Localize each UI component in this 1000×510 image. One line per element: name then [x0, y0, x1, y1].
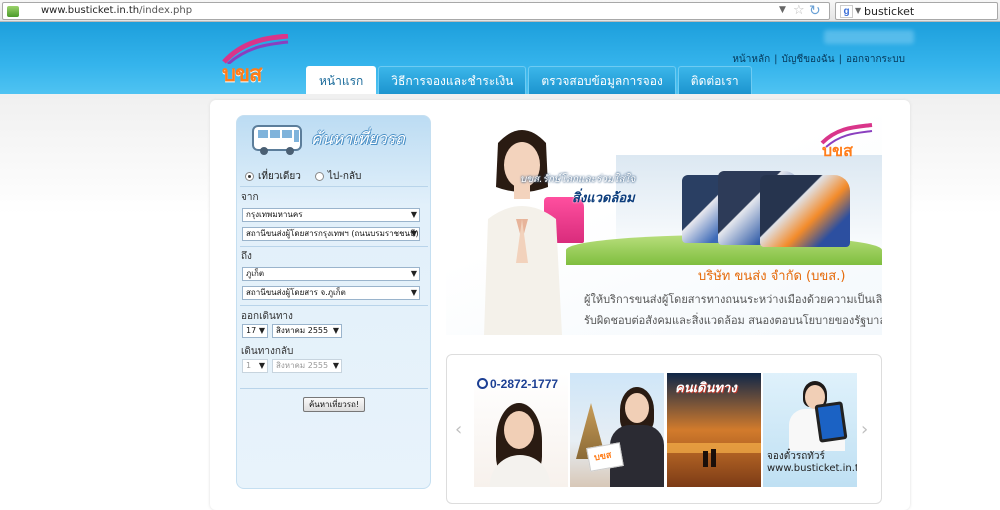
callcenter-phone: 0-2872-1777 [477, 377, 558, 391]
history-dropdown-icon[interactable]: ▼ [779, 5, 786, 15]
tab-contact[interactable]: ติดต่อเรา [677, 66, 752, 94]
to-station-select[interactable]: สถานีขนส่งผู้โดยสาร จ.ภูเก็ต ▼ [242, 286, 420, 300]
banner-slogan-line1: บขส.รักษ์โลกและร่วมใส่ใจ [520, 174, 636, 185]
divider [240, 186, 428, 187]
search-panel: ค้นหาเที่ยวรถ เที่ยวเดียว ไป-กลับ จาก กร… [236, 115, 431, 489]
chevron-down-icon: ▼ [410, 210, 417, 219]
company-desc-line1: ผู้ให้บริการขนส่งผู้โดยสารทางถนนระหว่างเ… [584, 293, 882, 306]
hero-banner[interactable]: บขส บขส.รักษ์โลกและร่วมใส่ใจ สิ่งแวดล้อม… [446, 115, 882, 335]
tab-check-booking[interactable]: ตรวจสอบข้อมูลการจอง [528, 66, 676, 94]
hostess-image [484, 130, 562, 335]
phone-icon [477, 378, 488, 389]
site-header: บขส หน้าหลัก | บัญชีของฉัน | ออกจากระบบ หน้า… [0, 22, 1000, 94]
search-trips-button[interactable]: ค้นหาเที่ยวรถ! [303, 397, 365, 412]
hostess-face [625, 393, 649, 423]
from-province-select[interactable]: กรุงเทพมหานคร ▼ [242, 208, 420, 222]
site-logo[interactable]: บขส [218, 33, 290, 87]
depart-day-select[interactable]: 17 ▼ [242, 324, 268, 338]
logo-text: บขส [222, 62, 262, 87]
silhouette [711, 449, 716, 467]
promo-card-callcenter[interactable]: 0-2872-1777 [474, 373, 568, 487]
depart-label: ออกเดินทาง [241, 311, 293, 322]
search-engine-icon[interactable]: g [840, 5, 853, 18]
top-link-home[interactable]: หน้าหลัก [732, 54, 770, 65]
depart-month-value: สิงหาคม 2555 [276, 326, 329, 335]
silhouette [703, 451, 708, 467]
bookmark-star-icon[interactable]: ☆ [793, 4, 805, 18]
search-text: busticket [864, 5, 915, 18]
round-trip-radio[interactable] [314, 172, 324, 181]
tablet-icon [814, 401, 848, 443]
divider [240, 246, 428, 247]
promo-card-magazine[interactable]: คนเดินทาง [667, 373, 761, 487]
company-desc-line2: รับผิดชอบต่อสังคมและสิ่งแวดล้อม สนองตอบน… [584, 314, 882, 327]
banner-slogan-line2: สิ่งแวดล้อม [572, 191, 635, 206]
promo-carousel: ‹ › 0-2872-1777 บขส คนเดินทาง จองตั๋วรถท… [446, 354, 882, 504]
one-way-radio[interactable] [245, 172, 254, 181]
depart-day-value: 17 [246, 326, 257, 335]
search-panel-header: ค้นหาเที่ยวรถ [237, 116, 430, 164]
from-label: จาก [241, 192, 259, 203]
trip-type-group: เที่ยวเดียว ไป-กลับ [245, 169, 361, 184]
company-name: บริษัท ขนส่ง จำกัด (บขส.) [698, 269, 846, 284]
one-way-label: เที่ยวเดียว [258, 171, 301, 182]
phone-number: 0-2872-1777 [490, 377, 559, 391]
ticket-card-logo: บขส [593, 450, 613, 464]
from-station-value: สถานีขนส่งผู้โดยสารกรุงเทพฯ (ถนนบรมราชชน… [246, 229, 419, 238]
online-booking-caption: จองตั๋วรถทัวร์ [767, 451, 825, 462]
carousel-next-icon[interactable]: › [861, 419, 868, 440]
top-link-logout[interactable]: ออกจากระบบ [846, 54, 905, 65]
tab-how-to-book[interactable]: วิธีการจองและชำระเงิน [378, 66, 527, 94]
chevron-down-icon: ▼ [332, 326, 339, 335]
chevron-down-icon: ▼ [410, 269, 417, 278]
divider [240, 388, 428, 389]
promo-card-online-booking[interactable]: จองตั๋วรถทัวร์ www.busticket.in.th [763, 373, 857, 487]
search-panel-title: ค้นหาเที่ยวรถ [311, 129, 405, 148]
online-booking-url: www.busticket.in.th [767, 463, 857, 474]
promo-card-thai-temple[interactable]: บขส [570, 373, 664, 487]
top-link-separator: | [774, 54, 778, 65]
divider [240, 305, 428, 306]
chevron-down-icon: ▼ [410, 229, 417, 238]
chevron-down-icon: ▼ [410, 288, 417, 297]
bus-icon [252, 125, 302, 155]
carousel-prev-icon[interactable]: ‹ [455, 419, 462, 440]
site-favicon-icon [7, 6, 19, 17]
to-label: ถึง [241, 251, 252, 262]
main-nav: หน้าแรก วิธีการจองและชำระเงิน ตรวจสอบข้อ… [306, 66, 754, 94]
return-month-value: สิงหาคม 2555 [276, 361, 329, 370]
magazine-title: คนเดินทาง [675, 381, 737, 396]
return-day-value: 1 [246, 361, 252, 370]
top-links: หน้าหลัก | บัญชีของฉัน | ออกจากระบบ [732, 52, 905, 67]
browser-search-box[interactable]: g ▼ busticket [835, 2, 998, 20]
to-station-value: สถานีขนส่งผู้โดยสาร จ.ภูเก็ต [246, 288, 346, 297]
url-text: www.busticket.in.th/index.php [41, 5, 193, 16]
callcenter-face [504, 411, 534, 449]
address-bar[interactable]: www.busticket.in.th/index.php ▼ ☆ ↻ [2, 2, 830, 20]
return-label: เดินทางกลับ [241, 346, 294, 357]
return-month-select[interactable]: สิงหาคม 2555 ▼ [272, 359, 342, 373]
tab-home[interactable]: หน้าแรก [306, 66, 377, 94]
from-province-value: กรุงเทพมหานคร [246, 210, 303, 219]
return-day-select[interactable]: 1 ▼ [242, 359, 268, 373]
orange-bus-image [760, 175, 850, 247]
browser-toolbar: www.busticket.in.th/index.php ▼ ☆ ↻ g ▼ … [0, 0, 1000, 22]
banner-logo-text: บขส [822, 141, 853, 160]
refresh-icon[interactable]: ↻ [809, 3, 821, 19]
search-engine-dropdown-icon[interactable]: ▼ [855, 6, 861, 15]
chevron-down-icon: ▼ [258, 326, 265, 335]
top-link-separator: | [838, 54, 842, 65]
depart-month-select[interactable]: สิงหาคม 2555 ▼ [272, 324, 342, 338]
top-link-account[interactable]: บัญชีของฉัน [782, 54, 835, 65]
to-province-value: ภูเก็ต [246, 269, 265, 278]
chevron-down-icon: ▼ [258, 361, 265, 370]
chevron-down-icon: ▼ [332, 361, 339, 370]
round-trip-label: ไป-กลับ [327, 171, 362, 182]
from-station-select[interactable]: สถานีขนส่งผู้โดยสารกรุงเทพฯ (ถนนบรมราชชน… [242, 227, 420, 241]
to-province-select[interactable]: ภูเก็ต ▼ [242, 267, 420, 281]
user-name-blurred [824, 30, 914, 44]
